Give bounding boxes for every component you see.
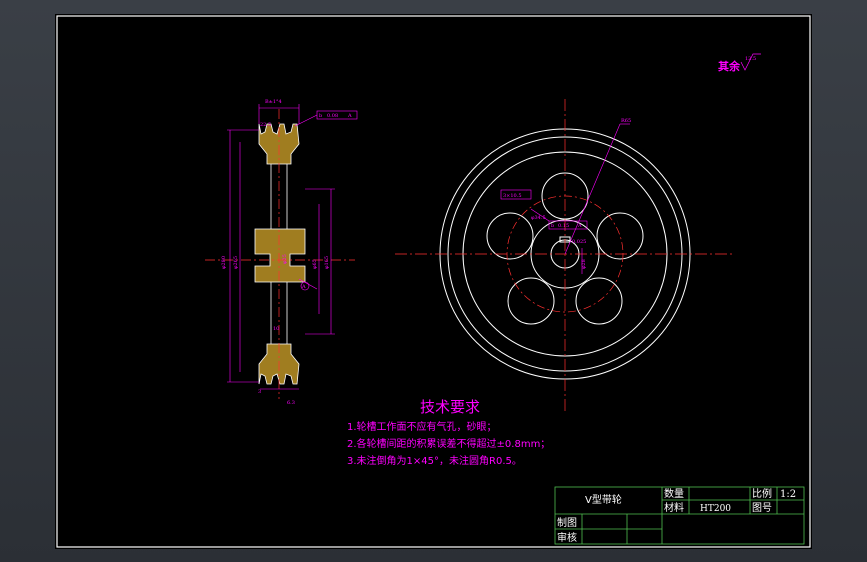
material-label: 材料 (664, 501, 684, 514)
part-name: V型带轮 (585, 493, 622, 506)
side-dim-label: φ165 (324, 256, 330, 269)
front-dim-label: 0.025 (572, 239, 586, 245)
side-dim-label: 22.5 (260, 122, 271, 128)
drawn-by-label: 制图 (557, 516, 577, 529)
hub-section (254, 228, 306, 283)
cad-viewport[interactable]: B±1°4 22.5 b 0.08 A φ280 φ265 φ25 φ65 φ1… (0, 0, 867, 562)
side-dim-label: A (301, 284, 306, 290)
technical-requirements: 技术要求 1.轮槽工作面不应有气孔，砂眼； 2.各轮槽间距的积累误差不得超过±0… (347, 398, 550, 467)
quantity-label: 数量 (664, 487, 684, 500)
side-dim-label: 0.08 (327, 113, 338, 119)
surface-note-text: 其余 (718, 59, 741, 73)
side-dim-label: B±1°4 (265, 99, 282, 105)
side-dim-label: φ265 (233, 256, 239, 269)
front-dim-label: φ28 (581, 259, 587, 269)
surface-roughness-value: 12.5 (745, 56, 756, 62)
side-dim-label: 3 (258, 389, 261, 395)
side-dim-label: A (347, 113, 352, 119)
drawing-border (56, 15, 811, 548)
material-value: HT200 (700, 504, 731, 514)
checked-by-label: 审核 (557, 531, 577, 544)
lightening-hole (507, 277, 555, 325)
drawing-canvas: B±1°4 22.5 b 0.08 A φ280 φ265 φ25 φ65 φ1… (56, 15, 811, 548)
side-dim-label: φ280 (221, 256, 227, 269)
title-block: V型带轮 数量 比例 1:2 材料 HT200 图号 制图 审核 (554, 486, 805, 545)
front-dim-label: 3×10.5 (503, 193, 522, 199)
lightening-hole (596, 212, 644, 260)
front-dim-label: φ34.5 (531, 215, 546, 221)
requirement-item: 1.轮槽工作面不应有气孔，砂眼； (347, 420, 497, 433)
side-dim-label: 6.3 (287, 400, 295, 406)
side-dim-label: b (319, 113, 322, 119)
front-dim-label: 0.15 (558, 223, 569, 229)
scale-label: 比例 (752, 487, 772, 500)
side-section-view: B±1°4 22.5 b 0.08 A φ280 φ265 φ25 φ65 φ1… (205, 99, 358, 406)
scale-value: 1:2 (780, 489, 796, 500)
front-view: 3×10.5 b 0.15 A 0.025 φ28 φ34.5 R65 (395, 99, 735, 414)
requirements-title: 技术要求 (420, 398, 480, 416)
side-dim-label: φ25 (282, 254, 288, 264)
front-dim-label: A (577, 223, 582, 229)
surface-roughness-note: 其余 12.5 (718, 53, 761, 73)
requirement-item: 2.各轮槽间距的积累误差不得超过±0.8mm； (347, 437, 550, 450)
requirement-item: 3.未注倒角为1×45°，未注圆角R0.5。 (347, 454, 522, 467)
front-dim-label: b (551, 223, 554, 229)
side-dim-label: 10 (273, 326, 279, 332)
drawing-sheet: B±1°4 22.5 b 0.08 A φ280 φ265 φ25 φ65 φ1… (55, 14, 812, 549)
drawing-no-label: 图号 (752, 502, 772, 514)
lightening-hole (486, 212, 534, 260)
side-dim-label: φ65 (312, 259, 318, 269)
front-dim-label: R65 (621, 118, 631, 124)
